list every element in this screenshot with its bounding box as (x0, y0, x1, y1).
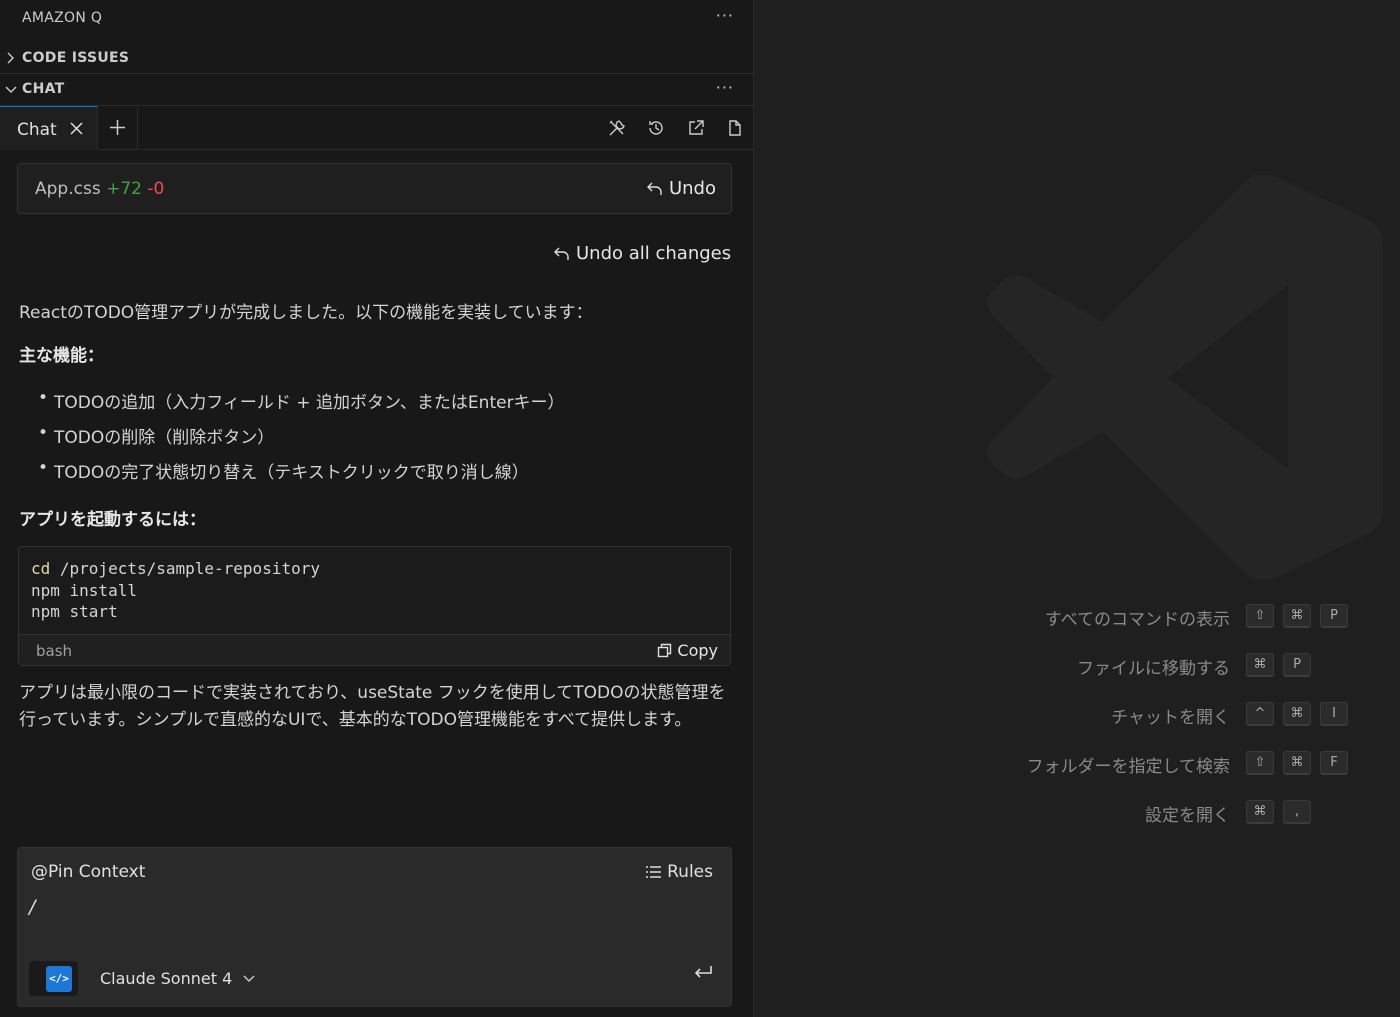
list-item: TODOの削除（削除ボタン） (38, 423, 274, 448)
open-in-editor-icon[interactable] (686, 118, 706, 138)
shortcut-label: フォルダーを指定して検索 (1026, 757, 1231, 777)
message-summary: アプリは最小限のコードで実装されており、useState フックを使用してTOD… (19, 683, 726, 730)
lines-added: +72 (106, 179, 142, 199)
section-code-issues[interactable]: CODE ISSUES (0, 42, 754, 74)
close-tab-icon[interactable] (69, 121, 84, 136)
file-change-summary: App.css +72 -0 (35, 179, 164, 199)
model-name: Claude Sonnet 4 (100, 969, 233, 988)
send-icon[interactable] (693, 963, 713, 981)
code-language: bash (36, 642, 73, 660)
shortcut-key: P (1283, 653, 1311, 677)
shortcut-label: チャットを開く (1111, 708, 1230, 728)
undo-button[interactable]: Undo (646, 178, 716, 199)
undo-label: Undo (668, 178, 716, 199)
chat-tab-bar: Chat (0, 106, 754, 150)
pin-context-button[interactable]: @Pin Context (31, 862, 145, 882)
code-block-footer: bash Copy (19, 634, 730, 665)
shortcut-key: ^ (1246, 702, 1274, 726)
section-chat[interactable]: CHAT ··· (0, 74, 754, 106)
amazon-q-panel: AMAZON Q ··· CODE ISSUES CHAT ··· Chat A… (0, 0, 754, 1017)
section-code-issues-label: CODE ISSUES (22, 50, 130, 66)
shortcut-label: 設定を開く (1145, 806, 1230, 826)
shortcut-label: すべてのコマンドの表示 (1044, 610, 1230, 630)
undo-icon (554, 247, 569, 260)
undo-all-label: Undo all changes (576, 243, 732, 264)
panel-title-bar: AMAZON Q ··· (0, 0, 754, 38)
chevron-down-icon (5, 86, 17, 93)
features-heading: 主な機能： (19, 346, 104, 366)
file-name: App.css (35, 179, 101, 199)
list-icon (646, 865, 662, 878)
tab-chat-label: Chat (17, 120, 57, 140)
file-change-card[interactable]: App.css +72 -0 Undo (17, 163, 732, 214)
copy-label: Copy (677, 641, 718, 660)
shortcut-key: P (1320, 604, 1348, 628)
shortcut-key: I (1320, 702, 1348, 726)
list-item: TODOの追加（入力フィールド + 追加ボタン、またはEnterキー） (38, 388, 565, 413)
shortcut-label: ファイルに移動する (1077, 659, 1230, 679)
panel-title: AMAZON Q (22, 10, 103, 26)
copy-icon (658, 643, 672, 658)
new-file-icon[interactable] (725, 118, 745, 138)
chat-more-actions-icon[interactable]: ··· (716, 80, 734, 96)
shortcut-key: ⌘ (1246, 800, 1274, 824)
rules-label: Rules (667, 862, 713, 882)
more-actions-icon[interactable]: ··· (716, 8, 734, 24)
model-icon[interactable]: </> (29, 961, 78, 996)
chat-input-box[interactable]: @Pin Context Rules / </> Claude Sonnet 4 (17, 847, 732, 1007)
tab-chat[interactable]: Chat (0, 106, 98, 150)
shortcut-key: , (1283, 800, 1311, 824)
rules-button[interactable]: Rules (645, 862, 713, 882)
new-tab-button[interactable] (98, 106, 138, 150)
shortcut-key: ⇧ (1246, 751, 1274, 775)
shortcut-key: ⌘ (1283, 751, 1311, 775)
shortcut-key: ⌘ (1283, 702, 1311, 726)
plus-icon (110, 120, 125, 135)
chevron-right-icon (7, 52, 14, 64)
lines-removed: -0 (147, 179, 165, 199)
code-block: cd /projects/sample-repository npm insta… (18, 546, 731, 666)
undo-icon (646, 182, 662, 195)
vscode-logo-watermark (987, 175, 1383, 579)
chat-input-field[interactable]: / (29, 896, 35, 918)
shortcut-key: F (1320, 751, 1348, 775)
section-chat-label: CHAT (22, 81, 65, 97)
chevron-down-icon (243, 975, 255, 982)
copy-button[interactable]: Copy (657, 641, 718, 660)
shortcut-key: ⇧ (1246, 604, 1274, 628)
model-selector[interactable]: Claude Sonnet 4 (100, 969, 256, 988)
shortcut-key: ⌘ (1246, 653, 1274, 677)
code-icon: </> (46, 966, 72, 992)
undo-all-button[interactable]: Undo all changes (553, 243, 731, 264)
tools-icon[interactable] (607, 118, 627, 138)
launch-heading: アプリを起動するには： (19, 510, 206, 530)
history-icon[interactable] (646, 118, 666, 138)
shortcut-key: ⌘ (1283, 604, 1311, 628)
list-item: TODOの完了状態切り替え（テキストクリックで取り消し線） (38, 458, 529, 483)
code-content[interactable]: cd /projects/sample-repository npm insta… (31, 558, 320, 623)
message-intro: ReactのTODO管理アプリが完成しました。以下の機能を実装しています： (19, 303, 593, 323)
